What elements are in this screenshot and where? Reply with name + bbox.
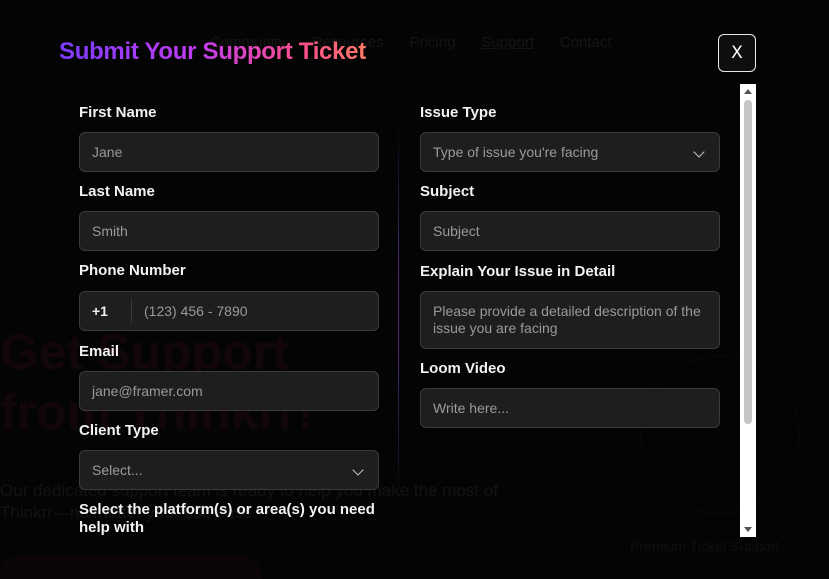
last-name-label: Last Name [79, 183, 155, 200]
email-label: Email [79, 343, 120, 360]
issue-detail-textarea[interactable]: Please provide a detailed description of… [420, 291, 720, 349]
modal-scrollbar[interactable] [740, 84, 756, 537]
email-input[interactable]: jane@framer.com [79, 371, 379, 411]
first-name-placeholder: Jane [92, 144, 123, 160]
scroll-up-arrow-icon[interactable] [744, 89, 752, 94]
subject-placeholder: Subject [433, 223, 480, 239]
first-name-input[interactable]: Jane [79, 132, 379, 172]
issue-type-value: Type of issue you're facing [433, 144, 599, 160]
support-ticket-form: First Name Jane Last Name Smith Phone Nu… [79, 84, 739, 537]
last-name-placeholder: Smith [92, 223, 128, 239]
chevron-down-icon [693, 146, 705, 158]
email-placeholder: jane@framer.com [92, 383, 203, 399]
loom-video-input[interactable]: Write here... [420, 388, 720, 428]
scroll-down-arrow-icon[interactable] [744, 527, 752, 532]
column-divider [398, 120, 399, 500]
close-button[interactable]: X [718, 34, 756, 72]
client-type-value: Select... [92, 462, 143, 478]
loom-video-placeholder: Write here... [433, 400, 509, 416]
phone-number-input[interactable]: +1 (123) 456 - 7890 [79, 291, 379, 331]
issue-type-label: Issue Type [420, 104, 497, 121]
phone-country-code[interactable]: +1 [92, 299, 132, 323]
issue-detail-placeholder: Please provide a detailed description of… [433, 303, 701, 336]
issue-detail-label: Explain Your Issue in Detail [420, 263, 616, 280]
scrollbar-thumb[interactable] [744, 100, 752, 424]
client-type-select[interactable]: Select... [79, 450, 379, 490]
subject-input[interactable]: Subject [420, 211, 720, 251]
issue-type-select[interactable]: Type of issue you're facing [420, 132, 720, 172]
chevron-down-icon [352, 464, 364, 476]
last-name-input[interactable]: Smith [79, 211, 379, 251]
platform-label: Select the platform(s) or area(s) you ne… [79, 501, 375, 536]
modal-title: Submit Your Support Ticket [59, 38, 366, 65]
phone-number-label: Phone Number [79, 262, 186, 279]
subject-label: Subject [420, 183, 475, 200]
loom-video-label: Loom Video [420, 360, 506, 377]
client-type-label: Client Type [79, 422, 159, 439]
phone-number-placeholder: (123) 456 - 7890 [144, 303, 248, 319]
first-name-label: First Name [79, 104, 157, 121]
